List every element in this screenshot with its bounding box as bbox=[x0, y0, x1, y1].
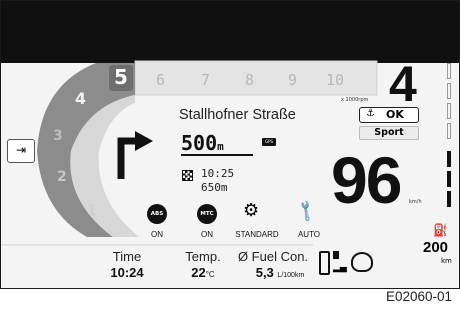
phone-connected-icon bbox=[333, 251, 339, 259]
gps-icon: GPS bbox=[262, 138, 276, 146]
engine-mode-status: STANDARD bbox=[235, 230, 279, 239]
rpm-arc-number: 2 bbox=[57, 169, 67, 185]
street-name: Stallhofner Straße bbox=[179, 107, 296, 123]
rpm-arc-number: 3 bbox=[53, 128, 63, 144]
fuel-segment bbox=[447, 83, 451, 99]
rpm-unit-label: x 1000rpm bbox=[341, 97, 369, 103]
finish-flag-icon bbox=[182, 170, 193, 181]
riding-mode-badge: Sport bbox=[359, 126, 419, 140]
temperature-label: Temp. bbox=[185, 249, 221, 264]
rpm-scale-number: 6 bbox=[156, 71, 166, 89]
rpm-arc-number: 4 bbox=[75, 89, 87, 108]
speed-value: 96 bbox=[331, 143, 402, 217]
rpm-scale-number: 10 bbox=[326, 71, 345, 89]
abs-status: ON bbox=[151, 230, 163, 239]
helmet-icon bbox=[351, 252, 373, 272]
suspension-status: AUTO bbox=[297, 230, 321, 239]
fuel-segment bbox=[447, 123, 451, 139]
fuel-pump-icon: ⛽ bbox=[433, 223, 448, 237]
signal-icon: ▂▄ bbox=[333, 263, 347, 273]
rpm-current-number: 5 bbox=[114, 65, 128, 89]
rpm-scale-number: 9 bbox=[288, 71, 298, 89]
fuel-segment bbox=[447, 63, 451, 79]
figure-code: E02060-01 bbox=[385, 289, 452, 304]
arrival-time: 10:25 bbox=[201, 167, 235, 180]
anchor-icon: ⚓ bbox=[366, 108, 375, 119]
remaining-distance: 650m bbox=[201, 181, 228, 194]
gear-indicator: 4 bbox=[389, 56, 417, 112]
time-value: 10:24 bbox=[110, 265, 144, 280]
range-unit: km bbox=[441, 257, 452, 265]
fuel-segment bbox=[447, 151, 451, 167]
engine-mode-icon: ⚙ bbox=[243, 200, 260, 221]
temperature-value: 22°C bbox=[191, 265, 215, 280]
range-value: 200 bbox=[423, 239, 449, 256]
rpm-scale-number: 7 bbox=[201, 71, 211, 89]
mtc-status: ON bbox=[201, 230, 213, 239]
ok-label: OK bbox=[386, 108, 404, 121]
fuel-consumption-label: Ø Fuel Con. bbox=[237, 249, 309, 264]
speed-unit: km/h bbox=[409, 199, 422, 205]
rpm-arc-number: 1 bbox=[87, 203, 97, 219]
phone-icon bbox=[319, 251, 330, 275]
mtc-icon: MTC bbox=[197, 204, 217, 224]
navigation-toggle-icon[interactable]: ⇥ bbox=[7, 139, 35, 163]
ok-status-box: ⚓ OK bbox=[359, 107, 419, 123]
turn-distance: 500m bbox=[181, 131, 224, 155]
fuel-consumption-value: 5,3 L/100km bbox=[255, 265, 305, 280]
turn-distance-underline bbox=[181, 154, 253, 156]
fuel-segment bbox=[447, 103, 451, 119]
instrument-cluster-display: 4 3 2 1 5 6 7 8 9 10 x 1000rpm ⇥ Stallho… bbox=[0, 0, 460, 289]
fuel-segment bbox=[447, 191, 451, 207]
abs-icon: ABS bbox=[147, 204, 167, 224]
time-label: Time bbox=[112, 249, 142, 264]
fuel-segment bbox=[447, 171, 451, 187]
rpm-scale-number: 8 bbox=[245, 71, 255, 89]
